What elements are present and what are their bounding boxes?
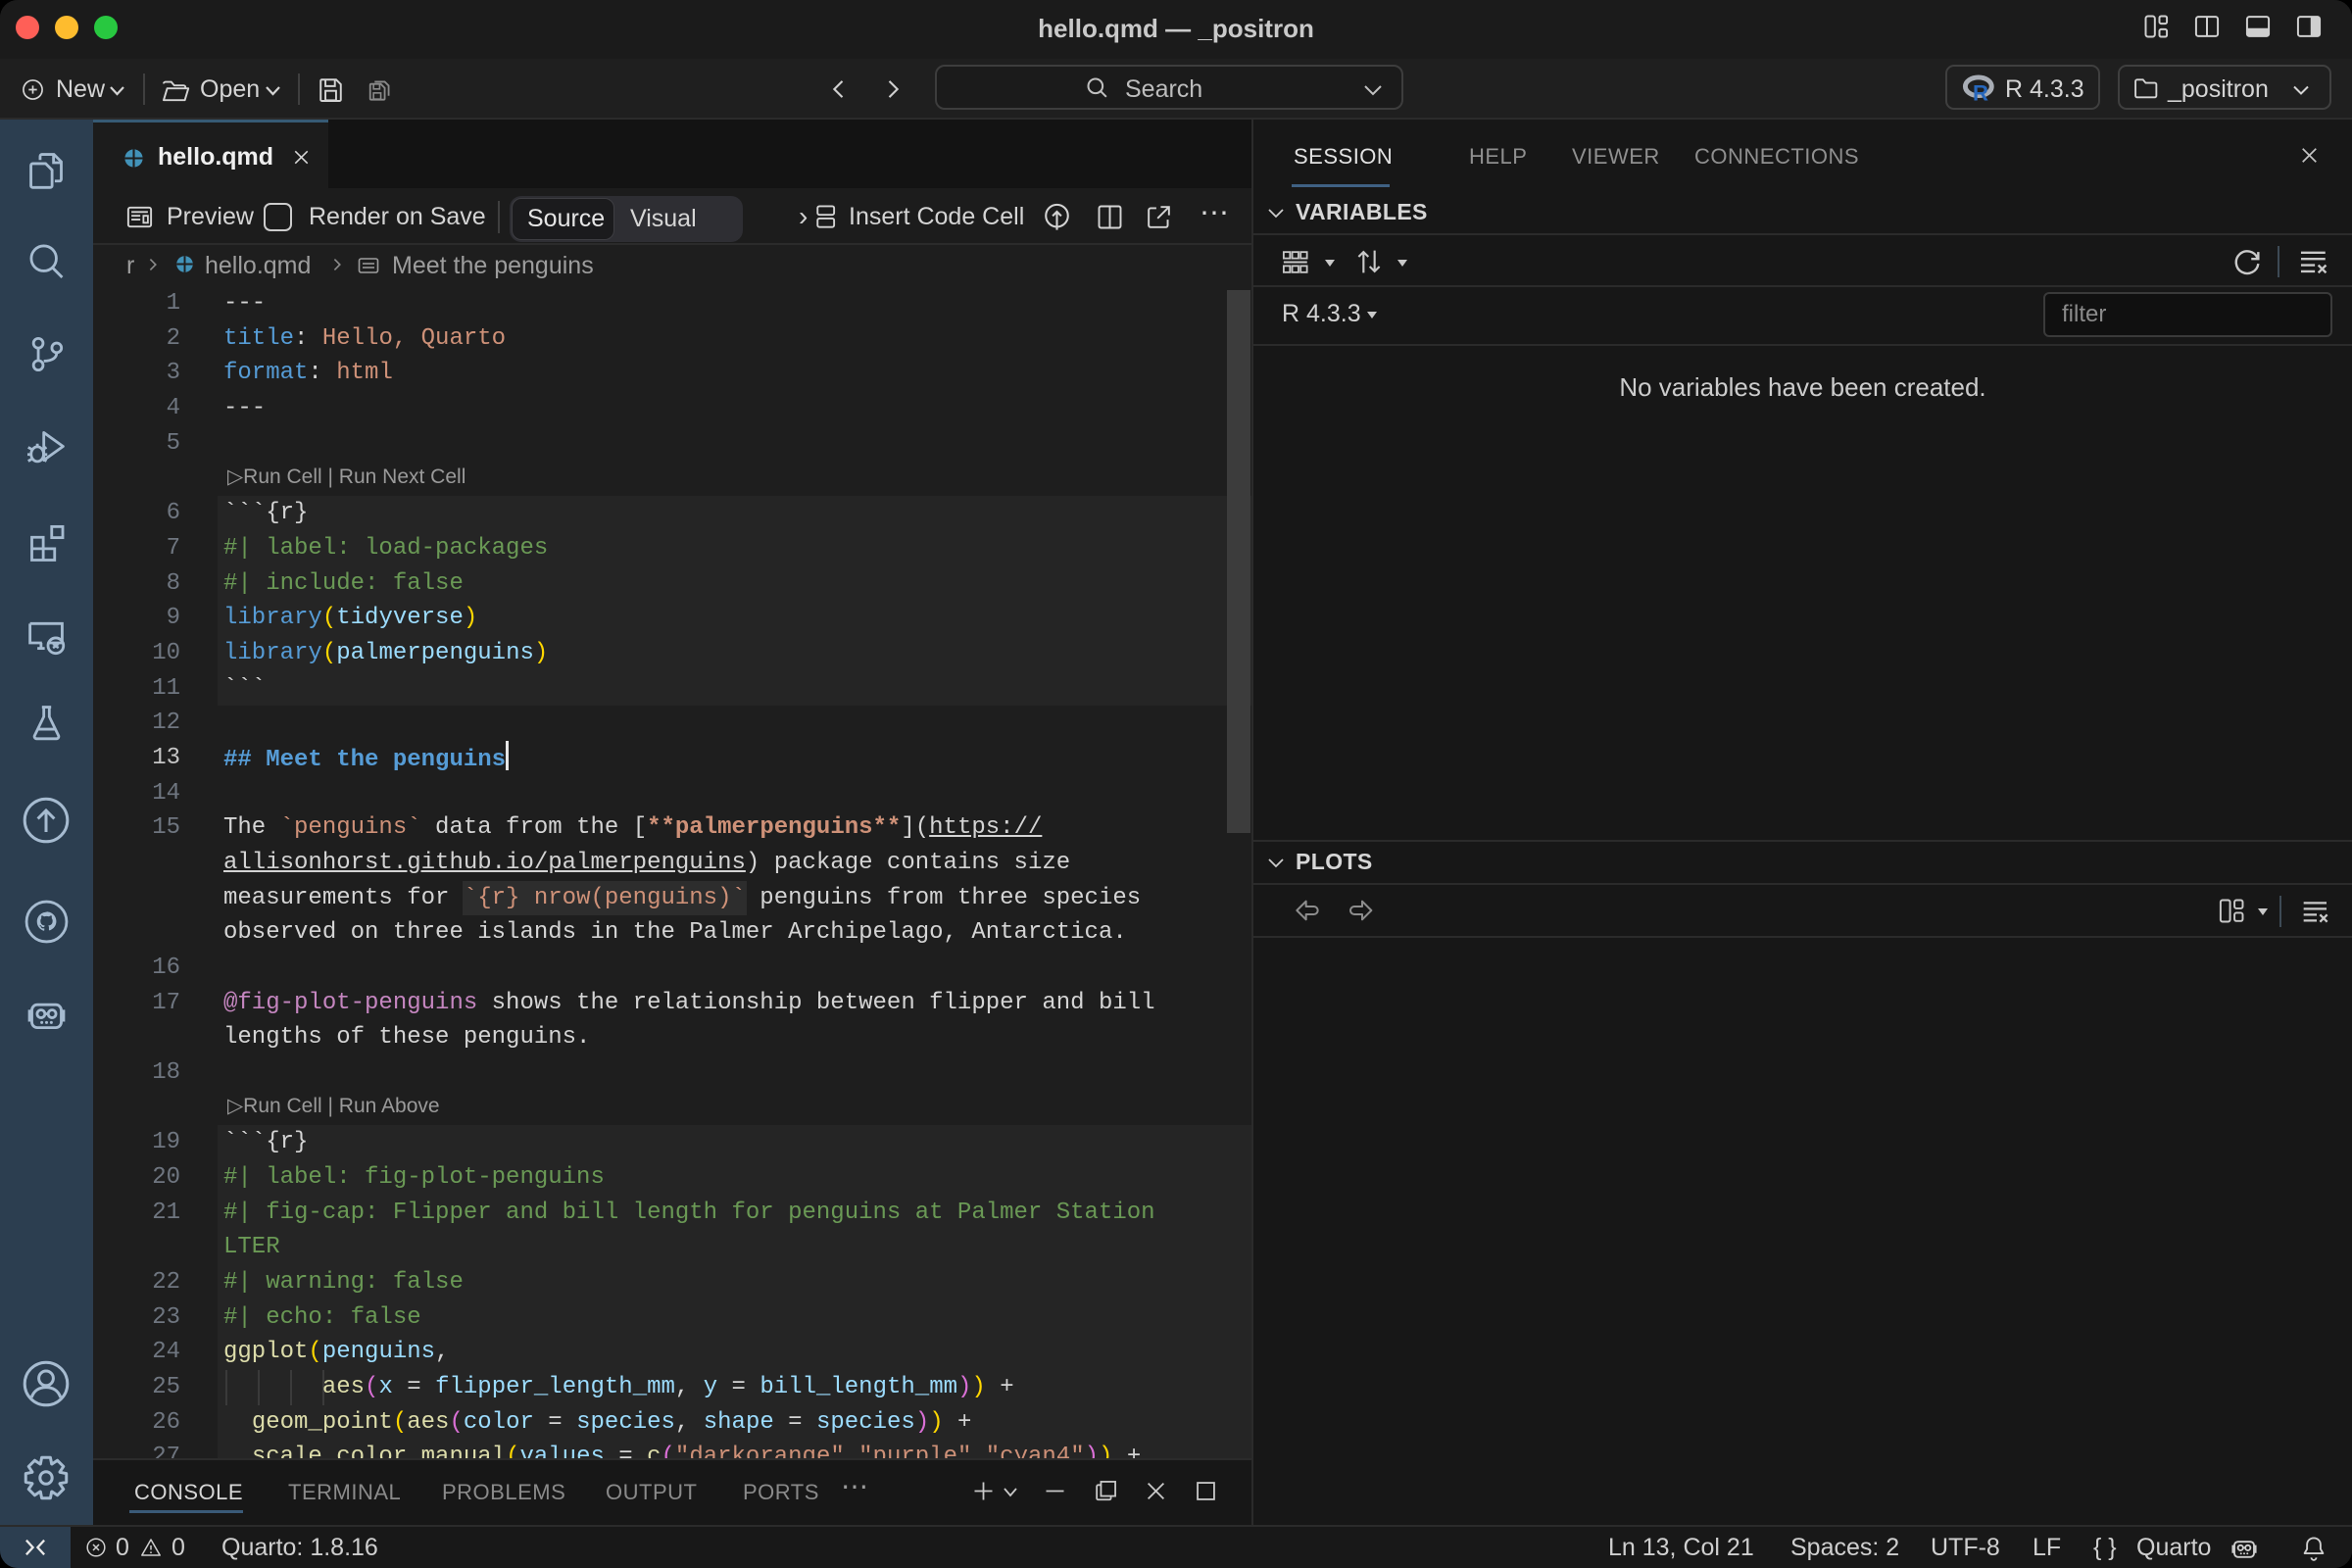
svg-text:R: R xyxy=(1973,80,1988,102)
